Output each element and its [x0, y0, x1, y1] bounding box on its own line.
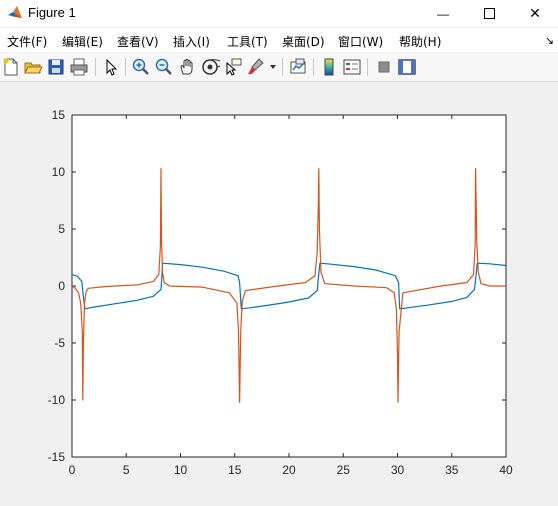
link-plot-icon[interactable]	[288, 57, 308, 77]
matlab-logo-icon	[8, 6, 22, 18]
toolbar-separator	[282, 58, 283, 76]
menu-desktop[interactable]: 桌面(D)	[282, 33, 325, 50]
data-cursor-icon[interactable]	[223, 57, 243, 77]
open-file-icon[interactable]	[23, 57, 43, 77]
menu-insert[interactable]: 插入(I)	[173, 33, 210, 50]
window-title: Figure 1	[28, 5, 76, 20]
y-tick-label: -5	[54, 336, 65, 350]
toolbar-separator	[367, 58, 368, 76]
print-icon[interactable]	[69, 57, 89, 77]
menu-file[interactable]: 文件(F)	[7, 33, 47, 50]
pan-hand-icon[interactable]	[177, 57, 197, 77]
menu-window[interactable]: 窗口(W)	[338, 33, 383, 50]
new-figure-icon[interactable]	[1, 57, 21, 77]
x-tick-label: 10	[174, 463, 188, 477]
select-arrow-icon[interactable]	[101, 57, 121, 77]
save-icon[interactable]	[46, 57, 66, 77]
menu-tools[interactable]: 工具(T)	[227, 33, 268, 50]
show-plot-tools-icon[interactable]	[397, 57, 417, 77]
y-tick-label: 10	[52, 165, 66, 179]
y-tick-label: 0	[58, 279, 65, 293]
toolbar	[0, 53, 558, 82]
y-tick-label: 15	[52, 108, 66, 122]
close-button[interactable]: ✕	[512, 0, 558, 27]
close-icon: ✕	[529, 5, 541, 21]
x-tick-label: 35	[445, 463, 459, 477]
colorbar-icon[interactable]	[319, 57, 339, 77]
hide-plot-tools-icon[interactable]	[374, 57, 394, 77]
zoom-out-icon[interactable]	[154, 57, 174, 77]
y-tick-label: -15	[48, 450, 66, 464]
menu-overflow-icon[interactable]: ↘	[545, 34, 554, 47]
toolbar-separator	[125, 58, 126, 76]
minimize-button[interactable]: —	[420, 0, 466, 27]
maximize-button[interactable]	[466, 0, 512, 27]
title-bar: Figure 1 — ✕	[0, 0, 558, 27]
menu-view[interactable]: 查看(V)	[117, 33, 159, 50]
x-tick-label: 25	[337, 463, 351, 477]
x-tick-label: 30	[391, 463, 405, 477]
x-tick-label: 40	[499, 463, 513, 477]
toolbar-separator	[313, 58, 314, 76]
minimize-icon: —	[437, 6, 449, 21]
zoom-in-icon[interactable]	[131, 57, 151, 77]
maximize-icon	[483, 8, 495, 19]
x-tick-label: 20	[282, 463, 296, 477]
legend-icon[interactable]	[342, 57, 362, 77]
menu-bar: 文件(F) 编辑(E) 查看(V) 插入(I) 工具(T) 桌面(D) 窗口(W…	[0, 28, 558, 52]
rotate-3d-icon[interactable]	[200, 57, 220, 77]
menu-edit[interactable]: 编辑(E)	[62, 33, 103, 50]
toolbar-separator	[95, 58, 96, 76]
y-tick-label: 5	[58, 222, 65, 236]
plot-svg: 0 5 10 15 20 25 30 35 40 -15 -10 -5 0 5 10 15	[48, 108, 513, 477]
figure-canvas: 0 5 10 15 20 25 30 35 40 -15 -10 -5 0 5 10 15	[0, 82, 558, 501]
brush-icon[interactable]	[246, 57, 266, 77]
x-tick-label: 15	[228, 463, 242, 477]
brush-dropdown-icon[interactable]	[270, 65, 276, 70]
y-tick-label: -10	[48, 393, 66, 407]
x-tick-label: 5	[123, 463, 130, 477]
x-tick-label: 0	[69, 463, 76, 477]
menu-help[interactable]: 帮助(H)	[399, 33, 441, 50]
